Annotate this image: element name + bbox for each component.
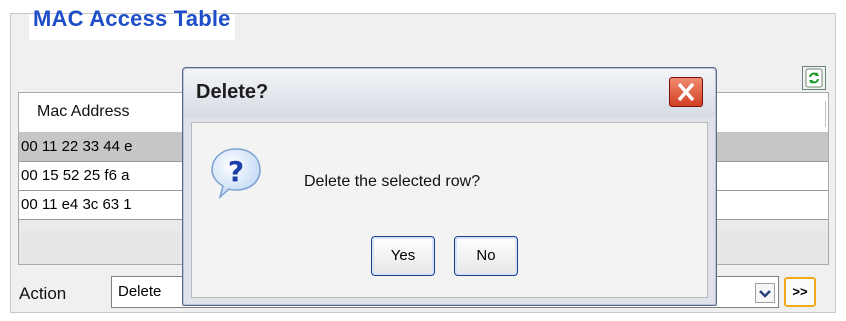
dialog-title: Delete? <box>196 81 269 103</box>
dialog-message: Delete the selected row? <box>304 173 481 190</box>
go-button[interactable]: >> <box>784 277 816 307</box>
action-dropdown-button[interactable] <box>755 283 775 303</box>
dialog-titlebar[interactable]: Delete? <box>184 69 715 117</box>
close-button[interactable] <box>669 77 703 107</box>
dialog-body: ? Delete the selected row? Yes No <box>191 122 708 298</box>
action-label: Action <box>19 284 67 303</box>
no-button[interactable]: No <box>454 236 518 276</box>
delete-confirm-dialog: Delete? ? Delete the selected row? Yes N… <box>182 67 717 306</box>
refresh-icon <box>805 68 823 88</box>
refresh-button[interactable] <box>802 66 826 90</box>
question-icon: ? <box>211 148 261 200</box>
action-select-value: Delete <box>118 283 162 300</box>
yes-button[interactable]: Yes <box>371 236 435 276</box>
chevron-down-icon <box>759 290 771 298</box>
column-header-mac-address[interactable]: Mac Address <box>37 103 129 121</box>
column-divider <box>825 101 826 127</box>
panel-title: MAC Access Table <box>29 6 235 40</box>
svg-text:?: ? <box>228 155 244 188</box>
close-icon <box>677 82 695 102</box>
